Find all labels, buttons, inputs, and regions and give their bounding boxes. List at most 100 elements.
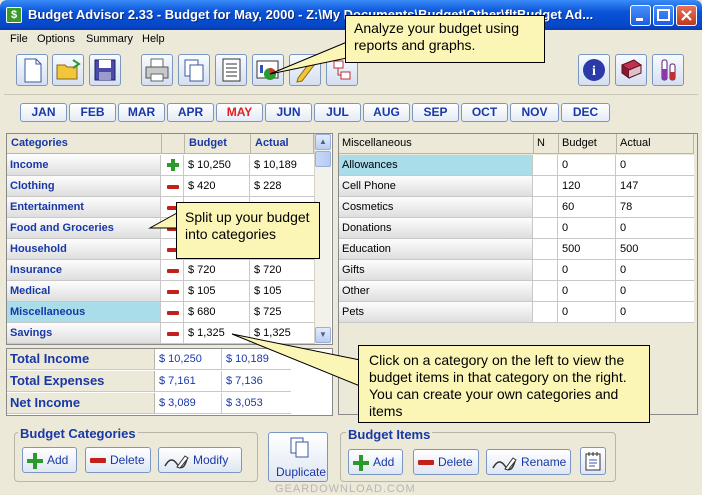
item-name: Donations [339,218,533,238]
copy-button[interactable] [178,54,210,86]
month-tab-sep[interactable]: SEP [412,103,459,122]
column-header-item-budget[interactable]: Budget [559,134,617,154]
scroll-up-button[interactable]: ▲ [315,134,331,150]
modify-category-button[interactable]: Modify [158,447,242,473]
item-budget[interactable]: 0 [559,281,616,301]
month-tab-nov[interactable]: NOV [510,103,559,122]
tools-button[interactable] [652,54,684,86]
scroll-thumb[interactable] [315,151,331,167]
column-header-budget[interactable]: Budget [185,134,251,154]
save-button[interactable] [89,54,121,86]
column-header-sign[interactable] [162,134,185,154]
item-budget[interactable]: 500 [559,239,616,259]
rename-pen-icon [492,457,517,471]
month-tab-mar[interactable]: MAR [118,103,165,122]
item-row-gifts[interactable]: Gifts 0 0 [339,260,694,281]
item-row-cell-phone[interactable]: Cell Phone 120 147 [339,176,694,197]
list-button[interactable] [215,54,247,86]
item-actual[interactable]: 0 [617,218,694,238]
item-actual[interactable]: 78 [617,197,694,217]
item-actual[interactable]: 0 [617,281,694,301]
maximize-button[interactable] [653,5,674,26]
category-name: Food and Groceries [7,218,161,238]
column-header-n[interactable]: N [534,134,559,154]
list-icon [222,58,241,82]
item-name: Education [339,239,533,259]
item-notes-button[interactable] [580,447,606,475]
category-row-clothing[interactable]: Clothing $ 420 $ 228 [7,176,314,197]
item-row-education[interactable]: Education 500 500 [339,239,694,260]
category-name: Savings [7,323,161,343]
copy-icon [184,59,204,82]
category-row-medical[interactable]: Medical $ 105 $ 105 [7,281,314,302]
month-tab-may[interactable]: MAY [216,103,263,122]
plus-icon [27,452,43,469]
add-category-button[interactable]: Add [22,447,77,473]
notepad-icon [585,452,601,471]
print-button[interactable] [141,54,173,86]
item-actual[interactable]: 0 [617,302,694,322]
category-actual: $ 725 [254,306,282,318]
item-budget[interactable]: 0 [559,218,616,238]
rename-item-button[interactable]: Rename [486,449,571,475]
item-budget[interactable]: 0 [559,155,616,175]
month-tab-aug[interactable]: AUG [363,103,410,122]
month-tab-apr[interactable]: APR [167,103,214,122]
open-button[interactable] [52,54,84,86]
item-actual[interactable]: 0 [617,155,694,175]
button-label: Rename [521,455,567,469]
month-tab-oct[interactable]: OCT [461,103,508,122]
category-row-insurance[interactable]: Insurance $ 720 $ 720 [7,260,314,281]
menu-help[interactable]: Help [142,33,165,45]
delete-item-button[interactable]: Delete [413,449,479,475]
category-actual: $ 720 [254,264,282,276]
button-label: Add [373,455,395,469]
duplicate-label: Duplicate [276,465,327,479]
month-tab-dec[interactable]: DEC [561,103,610,122]
info-icon: i [583,59,605,81]
column-header-actual[interactable]: Actual [251,134,314,154]
item-actual[interactable]: 0 [617,260,694,280]
item-row-pets[interactable]: Pets 0 0 [339,302,694,323]
app-icon[interactable]: $ [6,7,22,23]
item-row-allowances[interactable]: Allowances 0 0 [339,155,694,176]
item-budget[interactable]: 120 [559,176,616,196]
info-button[interactable]: i [578,54,610,86]
item-row-donations[interactable]: Donations 0 0 [339,218,694,239]
new-file-button[interactable] [16,54,48,86]
menu-options[interactable]: Options [37,33,75,45]
test-tube-icon [661,59,676,81]
category-row-income[interactable]: Income $ 10,250 $ 10,189 [7,155,314,176]
button-label: Modify [193,453,229,467]
close-icon [681,10,692,21]
item-budget[interactable]: 60 [559,197,616,217]
watermark: GEARDOWNLOAD.COM [275,483,416,495]
item-actual[interactable]: 147 [617,176,694,196]
month-tab-jul[interactable]: JUL [314,103,361,122]
book-icon [620,59,643,79]
month-tab-jan[interactable]: JAN [20,103,67,122]
month-tab-feb[interactable]: FEB [69,103,116,122]
category-name: Medical [7,281,161,301]
category-budget: $ 420 [185,176,250,196]
close-button[interactable] [676,5,697,26]
duplicate-button[interactable]: Duplicate [268,432,328,482]
item-row-other[interactable]: Other 0 0 [339,281,694,302]
category-row-miscellaneous[interactable]: Miscellaneous $ 680 $ 725 [7,302,314,323]
item-row-cosmetics[interactable]: Cosmetics 60 78 [339,197,694,218]
menu-summary[interactable]: Summary [86,33,133,45]
minimize-button[interactable] [630,5,651,26]
column-header-item-actual[interactable]: Actual [617,134,694,154]
month-tab-jun[interactable]: JUN [265,103,312,122]
column-header-categories[interactable]: Categories [7,134,162,154]
item-actual[interactable]: 500 [617,239,694,259]
column-header-item-name[interactable]: Miscellaneous [339,134,534,154]
add-item-button[interactable]: Add [348,449,403,475]
help-book-button[interactable] [615,54,647,86]
category-name: Income [7,155,161,175]
menu-file[interactable]: File [10,33,28,45]
delete-category-button[interactable]: Delete [85,447,151,473]
item-name: Allowances [339,155,533,175]
item-budget[interactable]: 0 [559,302,616,322]
item-budget[interactable]: 0 [559,260,616,280]
